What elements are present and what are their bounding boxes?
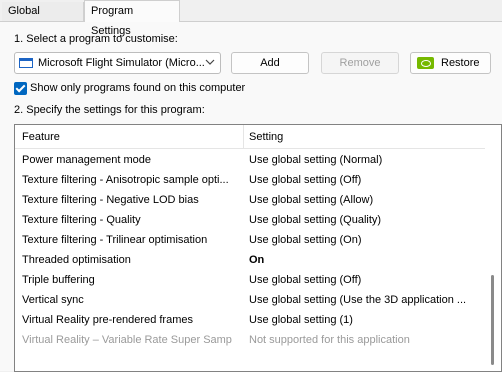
row-setting[interactable]: Use global setting (On) [249,234,469,246]
tab-bar: Global Settings Program Settings [0,0,502,37]
table-header: Feature Setting [15,125,501,149]
show-only-checkbox[interactable] [14,82,27,95]
table-row[interactable]: Texture filtering - Trilinear optimisati… [15,230,485,250]
restore-button-label: Restore [441,57,480,69]
row-feature: Virtual Reality – Variable Rate Super Sa… [22,334,232,346]
row-feature: Triple buffering [22,274,95,286]
row-setting[interactable]: Use global setting (Off) [249,174,469,186]
table-row: Virtual Reality – Variable Rate Super Sa… [15,330,485,350]
program-select[interactable]: Microsoft Flight Simulator (Micro... [14,52,221,74]
row-feature: Vertical sync [22,294,84,306]
table-row[interactable]: Texture filtering - Anisotropic sample o… [15,170,485,190]
tab-global-settings[interactable]: Global Settings [2,2,84,36]
scrollbar-thumb[interactable] [491,275,494,365]
table-row[interactable]: Power management mode Use global setting… [15,150,485,170]
remove-button[interactable]: Remove [321,52,399,74]
row-feature: Texture filtering - Trilinear optimisati… [22,234,208,246]
column-header-setting[interactable]: Setting [249,131,283,143]
row-setting[interactable]: Use global setting (Use the 3D applicati… [249,294,469,306]
chevron-down-icon [205,59,215,65]
row-setting[interactable]: On [249,254,469,266]
restore-button[interactable]: Restore [410,52,491,74]
table-row[interactable]: Threaded optimisation On [15,250,485,270]
row-feature: Texture filtering - Negative LOD bias [22,194,199,206]
program-select-value: Microsoft Flight Simulator (Micro... [38,57,205,69]
step2-label: 2. Specify the settings for this program… [14,104,205,116]
row-feature: Virtual Reality pre-rendered frames [22,314,193,326]
table-row[interactable]: Texture filtering - Quality Use global s… [15,210,485,230]
program-window-icon [19,58,33,68]
row-setting[interactable]: Use global setting (Quality) [249,214,469,226]
table-row[interactable]: Vertical sync Use global setting (Use th… [15,290,485,310]
table-row[interactable]: Virtual Reality pre-rendered frames Use … [15,310,485,330]
add-button[interactable]: Add [231,52,309,74]
row-setting[interactable]: Use global setting (1) [249,314,469,326]
table-row[interactable]: Texture filtering - Negative LOD bias Us… [15,190,485,210]
tab-program-settings[interactable]: Program Settings [84,0,180,37]
row-feature: Texture filtering - Quality [22,214,141,226]
column-divider[interactable] [243,125,244,149]
table-rows: Power management mode Use global setting… [15,150,485,350]
row-setting[interactable]: Use global setting (Allow) [249,194,469,206]
row-setting: Not supported for this application [249,334,410,346]
settings-table: Feature Setting Power management mode Us… [14,124,502,372]
row-feature: Power management mode [22,154,152,166]
show-only-checkbox-label[interactable]: Show only programs found on this compute… [30,82,245,94]
row-setting[interactable]: Use global setting (Off) [249,274,469,286]
program-settings-panel: 1. Select a program to customise: Micros… [0,21,502,372]
vertical-scrollbar[interactable] [485,125,501,371]
row-setting[interactable]: Use global setting (Normal) [249,154,469,166]
column-header-feature[interactable]: Feature [22,131,60,143]
row-feature: Threaded optimisation [22,254,131,266]
row-feature: Texture filtering - Anisotropic sample o… [22,174,229,186]
nvidia-logo-icon [417,57,434,69]
table-row[interactable]: Triple buffering Use global setting (Off… [15,270,485,290]
